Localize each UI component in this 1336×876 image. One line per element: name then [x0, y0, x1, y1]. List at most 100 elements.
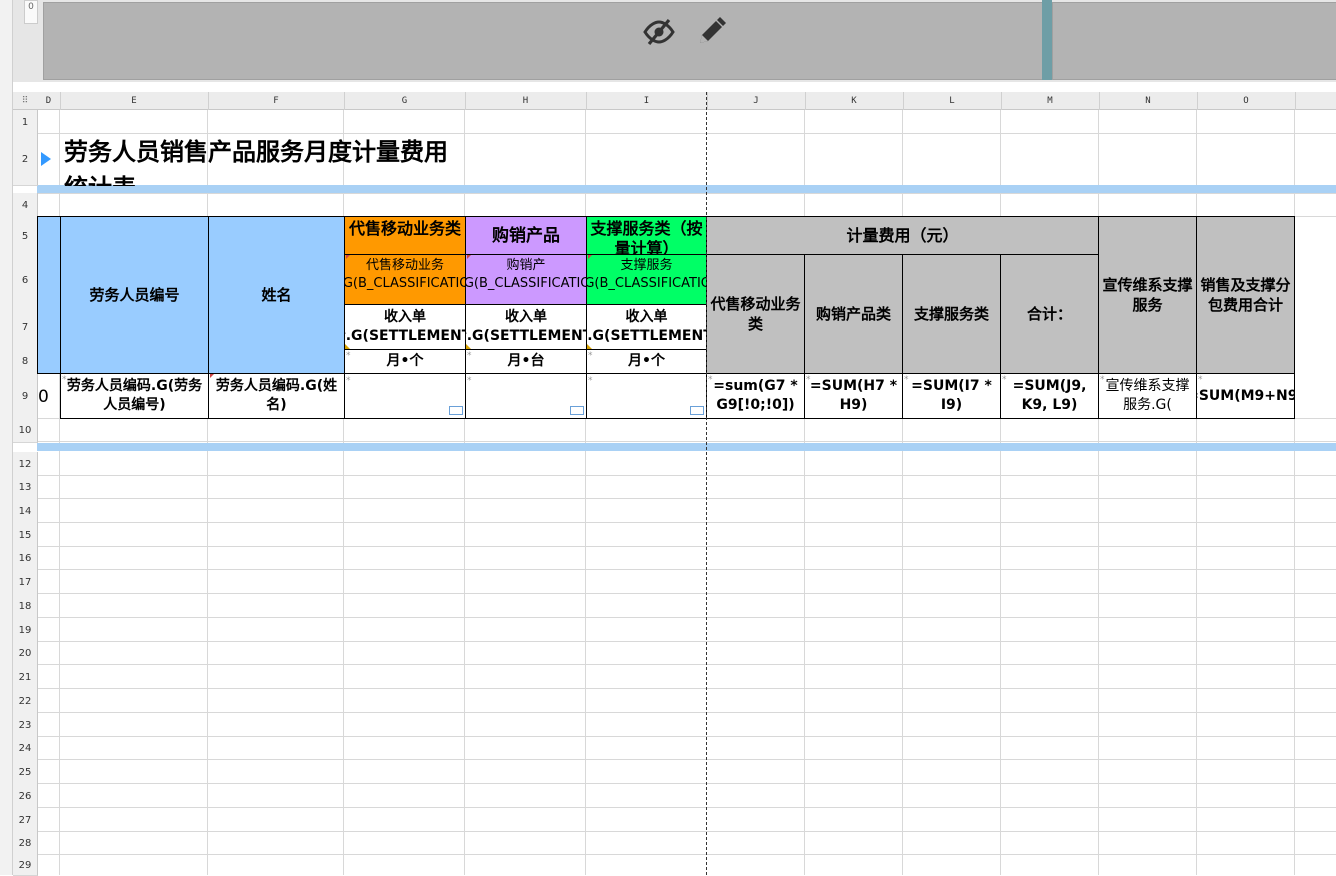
column-header-g[interactable]: G	[344, 92, 466, 110]
select-all-corner[interactable]: ⠿	[13, 92, 37, 110]
cell-j9-text: =sum(G7 * G9[!0;!0])	[713, 378, 798, 413]
row-header[interactable]: 2	[13, 134, 38, 186]
header-m-total[interactable]: 合计：	[1000, 254, 1099, 374]
cell-o9[interactable]: *=SUM(M9+N9)	[1196, 373, 1295, 419]
row-header[interactable]: 20	[13, 642, 38, 666]
header-cell-d[interactable]	[37, 216, 61, 374]
header-metering-fee[interactable]: 计量费用（元）	[706, 216, 1099, 255]
cell-g9[interactable]: *	[344, 373, 466, 419]
column-header-i[interactable]: I	[586, 92, 708, 110]
cell-h7-text: 收入单价.G(SETTLEMENT_	[466, 309, 586, 344]
cell-k9-text: =SUM(H7 * H9)	[809, 378, 898, 413]
cell-n9-text: 宣传维系支撑服务.G(	[1105, 378, 1190, 413]
cell-f9-text: 劳务人员编码.G(姓名)	[215, 378, 338, 413]
cell-l9-text: =SUM(I7 * I9)	[911, 378, 992, 413]
cell-h8[interactable]: * 月•台	[465, 349, 587, 374]
row-header[interactable]: 6	[13, 255, 38, 306]
cell-e9-text: 劳务人员编码.G(劳务人员编号)	[66, 378, 203, 413]
column-header-m[interactable]: M	[1001, 92, 1100, 110]
header-j-agency[interactable]: 代售移动业务类	[706, 254, 805, 374]
header-agency-mobile[interactable]: 代售移动业务类	[344, 216, 466, 255]
column-header-l[interactable]: L	[903, 92, 1002, 110]
row-header[interactable]: 24	[13, 737, 38, 761]
header-l-support[interactable]: 支撑服务类	[902, 254, 1001, 374]
row-header[interactable]: 5	[13, 217, 38, 256]
cell-g6-text: 代售移动业务类.G(B_CLASSIFICATION)	[345, 258, 465, 291]
cell-n9[interactable]: * 宣传维系支撑服务.G(	[1098, 373, 1197, 419]
row-header[interactable]: 27	[13, 808, 38, 833]
column-header-n[interactable]: N	[1099, 92, 1198, 110]
header-employee-no[interactable]: 劳务人员编号	[60, 216, 209, 374]
row-header[interactable]: 10	[13, 419, 38, 443]
cell-k9[interactable]: * =SUM(H7 * H9)	[804, 373, 903, 419]
cell-d9[interactable]: 0	[38, 384, 49, 410]
row-header[interactable]: 22	[13, 689, 38, 714]
hidden-row-marker	[37, 185, 1336, 193]
cell-h8-text: 月•台	[507, 353, 545, 369]
cell-g7-text: 收入单价.G(SETTLEMENT_	[345, 309, 465, 344]
cell-o9-text: =SUM(M9+N9)	[1197, 387, 1294, 404]
cell-g7[interactable]: 收入单价.G(SETTLEMENT_	[344, 304, 466, 350]
row-header[interactable]: 18	[13, 594, 38, 619]
column-header-o[interactable]: O	[1197, 92, 1296, 110]
row-header[interactable]: 21	[13, 665, 38, 690]
cell-h7[interactable]: 收入单价.G(SETTLEMENT_	[465, 304, 587, 350]
column-header-j[interactable]: J	[707, 92, 806, 110]
row-header[interactable]: 17	[13, 570, 38, 595]
column-header-e[interactable]: E	[60, 92, 209, 110]
row-header[interactable]: 15	[13, 523, 38, 548]
row-header[interactable]: 28	[13, 832, 38, 856]
column-header-h[interactable]: H	[465, 92, 587, 110]
row-header[interactable]: 4	[13, 193, 38, 218]
cell-g8-text: 月•个	[386, 353, 424, 369]
cell-f9[interactable]: 劳务人员编码.G(姓名)	[208, 373, 345, 419]
header-promo-service[interactable]: 宣传维系支撑服务	[1098, 216, 1197, 374]
row-header[interactable]: 25	[13, 760, 38, 785]
row-header[interactable]: 13	[13, 476, 38, 500]
cell-i7-text: 收入单价.G(SETTLEMENT_	[587, 309, 706, 344]
checkbox-icon	[449, 406, 463, 415]
left-edge-strip	[0, 0, 13, 875]
header-purchase-product[interactable]: 购销产品	[465, 216, 587, 255]
header-support-service[interactable]: 支撑服务类（按量计算）	[586, 216, 707, 255]
cell-i8[interactable]: * 月•个	[586, 349, 707, 374]
hidden-row-marker	[37, 443, 1336, 451]
pencil-icon[interactable]	[696, 15, 726, 47]
cell-l9[interactable]: * =SUM(I7 * I9)	[902, 373, 1001, 419]
row-header[interactable]: 12	[13, 452, 38, 477]
row-header[interactable]: 1	[13, 110, 38, 135]
cell-e9[interactable]: * 劳务人员编码.G(劳务人员编号)	[60, 373, 209, 419]
header-subcontract-total[interactable]: 销售及支撑分包费用合计	[1196, 216, 1295, 374]
sheet-title[interactable]: 劳务人员销售产品服务月度计量费用统计表	[60, 134, 470, 186]
cell-m9[interactable]: * =SUM(J9, K9, L9)	[1000, 373, 1099, 419]
cell-i9[interactable]: *	[586, 373, 707, 419]
row-header[interactable]: 8	[13, 349, 38, 375]
zoom-indicator[interactable]: 0	[24, 0, 38, 24]
row-header[interactable]: 9	[13, 374, 38, 420]
column-header-k[interactable]: K	[805, 92, 904, 110]
cell-i8-text: 月•个	[628, 353, 665, 369]
cell-h9[interactable]: *	[465, 373, 587, 419]
row-header[interactable]: 7	[13, 305, 38, 350]
cell-j9[interactable]: * =sum(G7 * G9[!0;!0])	[706, 373, 805, 419]
panel-divider[interactable]	[1042, 0, 1052, 80]
cell-g8[interactable]: * 月•个	[344, 349, 466, 374]
cell-i6-text: 支撑服务类.G(B_CLASSIFICATION)	[586, 258, 706, 291]
row-header[interactable]: 23	[13, 713, 38, 738]
checkbox-icon	[570, 406, 584, 415]
eye-slash-icon[interactable]	[642, 17, 676, 47]
row-header[interactable]: 19	[13, 618, 38, 643]
cell-i7[interactable]: 收入单价.G(SETTLEMENT_	[586, 304, 707, 350]
row-header[interactable]: 26	[13, 784, 38, 809]
row-header[interactable]: 29	[13, 855, 38, 876]
row-header[interactable]: 16	[13, 547, 38, 571]
header-k-purchase[interactable]: 购销产品类	[804, 254, 903, 374]
header-name[interactable]: 姓名	[208, 216, 345, 374]
cell-m9-text: =SUM(J9, K9, L9)	[1012, 378, 1087, 413]
cell-h6[interactable]: 购销产品.G(B_CLASSIFICATION)	[465, 254, 587, 305]
cell-i6[interactable]: 支撑服务类.G(B_CLASSIFICATION)	[586, 254, 707, 305]
column-header-d[interactable]: D	[37, 92, 61, 110]
row-header[interactable]: 14	[13, 499, 38, 524]
column-header-f[interactable]: F	[208, 92, 345, 110]
cell-g6[interactable]: 代售移动业务类.G(B_CLASSIFICATION)	[344, 254, 466, 305]
